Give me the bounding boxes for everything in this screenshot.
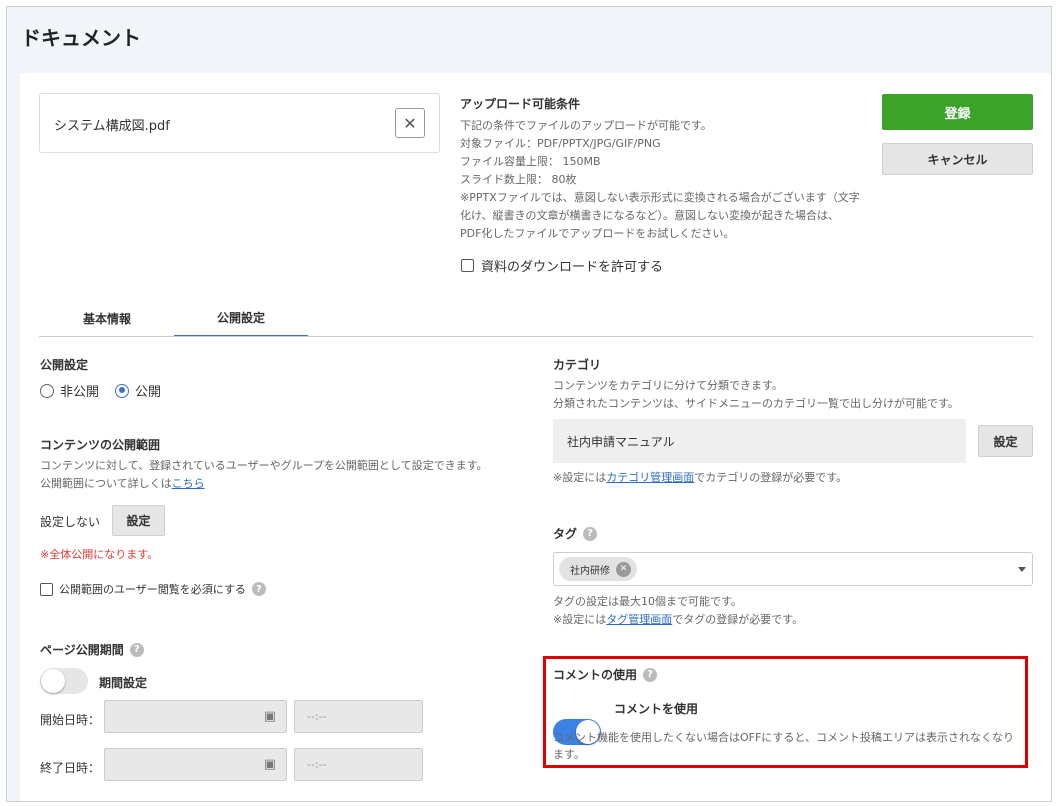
category-note: ※設定にはカテゴリ管理画面でカテゴリの登録が必要です。 (553, 469, 847, 487)
scope-warning: ※全体公開になります。 (40, 548, 159, 561)
end-time-input[interactable]: --:-- (294, 748, 423, 781)
tab-basic-info[interactable]: 基本情報 (40, 299, 174, 337)
file-name: システム構成図.pdf (54, 119, 170, 134)
start-label: 開始日時： (40, 713, 101, 727)
category-admin-link[interactable]: カテゴリ管理画面 (606, 471, 694, 484)
help-icon[interactable]: ? (251, 582, 266, 596)
scope-desc-text: 公開範囲について詳しくは (40, 477, 172, 490)
condition-line: 対象ファイル：PDF/PPTX/JPG/GIF/PNG (460, 137, 661, 150)
download-allow-row[interactable]: 資料のダウンロードを許可する (461, 256, 663, 275)
start-date-input[interactable]: ▣ (104, 700, 287, 733)
publish-setting-title: 公開設定 (40, 358, 89, 372)
scope-settings-button[interactable]: 設定 (112, 505, 165, 536)
condition-line: ※PPTXファイルでは、意図しない表示形式に変換される場合がございます（文字 (460, 191, 860, 204)
end-label: 終了日時： (40, 761, 101, 775)
upload-conditions: 下記の条件でファイルのアップロードが可能です。 対象ファイル：PDF/PPTX/… (460, 117, 870, 243)
tag-note-line: ※設定にはタグ管理画面でタグの登録が必要です。 (553, 611, 803, 629)
category-desc-line: 分類されたコンテンツは、サイドメニューのカテゴリ一覧で出し分けが可能です。 (553, 397, 959, 410)
condition-line: PDF化したファイルでアップロードをお試しください。 (460, 227, 735, 240)
tag-chip-label: 社内研修 (570, 565, 610, 577)
category-desc: コンテンツをカテゴリに分けて分類できます。 分類されたコンテンツは、サイドメニュ… (553, 377, 959, 413)
category-desc-line: コンテンツをカテゴリに分けて分類できます。 (553, 379, 783, 392)
download-allow-label: 資料のダウンロードを許可する (481, 260, 664, 275)
radio-public-label: 公開 (135, 385, 162, 400)
category-title: カテゴリ (553, 358, 602, 372)
tag-select[interactable]: 社内研修 ✕ (553, 552, 1033, 586)
page-frame: ドキュメント システム構成図.pdf ✕ アップロード可能条件 下記の条件でファ… (6, 6, 1052, 802)
radio-public[interactable] (115, 383, 130, 398)
condition-line: 化け、縦書きの文章が横書きになるなど）。意図しない変換が起きた場合は、 (460, 209, 839, 222)
require-view-checkbox[interactable] (40, 582, 53, 596)
require-view-row[interactable]: 公開範囲のユーザー閲覧を必須にする ? (40, 581, 266, 597)
scope-status: 設定しない (40, 515, 101, 529)
condition-line: ファイル容量上限： 150MB (460, 155, 601, 168)
calendar-icon: ▣ (263, 757, 276, 772)
chevron-down-icon[interactable] (1018, 567, 1026, 572)
calendar-icon: ▣ (263, 709, 276, 724)
end-date-input[interactable]: ▣ (104, 748, 287, 781)
radio-private[interactable] (40, 383, 54, 398)
help-icon[interactable]: ? (643, 667, 658, 682)
scope-help-link[interactable]: こちら (172, 477, 205, 490)
category-value: 社内申請マニュアル (553, 419, 966, 463)
page-title: ドキュメント (21, 26, 141, 50)
close-icon: ✕ (403, 113, 417, 133)
publish-radio-group: 非公開 公開 (40, 381, 161, 400)
scope-title: コンテンツの公開範囲 (40, 438, 161, 452)
tag-title-row: タグ ? (553, 525, 598, 542)
comment-toggle-label: コメントを使用 (614, 702, 699, 716)
comment-desc: コメント機能を使用したくない場合はOFFにすると、コメント投稿エリアは表示されな… (553, 731, 1014, 761)
tag-note-text: でタグの登録が必要です。 (672, 613, 804, 626)
file-remove-button[interactable]: ✕ (395, 108, 425, 138)
scope-desc: コンテンツに対して、登録されているユーザーやグループを公開範囲として設定できます… (40, 459, 488, 472)
comment-title: コメントの使用 (553, 668, 638, 682)
condition-line: スライド数上限： 80枚 (460, 173, 577, 186)
category-settings-button[interactable]: 設定 (978, 425, 1033, 457)
upload-conditions-title: アップロード可能条件 (460, 97, 581, 111)
start-time-input[interactable]: --:-- (294, 700, 423, 733)
scope-desc-more: 公開範囲について詳しくはこちら (40, 475, 205, 493)
period-title-row: ページ公開期間 ? (40, 641, 144, 658)
comment-title-row: コメントの使用 ? (553, 666, 658, 683)
tag-admin-link[interactable]: タグ管理画面 (606, 613, 672, 626)
period-toggle-label: 期間設定 (99, 676, 148, 690)
require-view-label: 公開範囲のユーザー閲覧を必須にする (59, 583, 246, 596)
chip-remove-icon[interactable]: ✕ (616, 561, 631, 577)
tag-note-text: ※設定には (553, 613, 607, 626)
category-note-text: でカテゴリの登録が必要です。 (694, 471, 848, 484)
file-box: システム構成図.pdf ✕ (39, 93, 440, 153)
help-icon[interactable]: ? (129, 642, 144, 657)
register-button[interactable]: 登録 (882, 94, 1033, 130)
category-note-text: ※設定には (553, 471, 607, 484)
condition-line: 下記の条件でファイルのアップロードが可能です。 (460, 119, 712, 132)
document-form: システム構成図.pdf ✕ アップロード可能条件 下記の条件でファイルのアップロ… (20, 73, 1051, 801)
tag-chip: 社内研修 ✕ (559, 557, 637, 581)
period-title: ページ公開期間 (40, 643, 124, 657)
tabs-divider (39, 336, 1033, 337)
download-allow-checkbox[interactable] (461, 259, 474, 272)
period-toggle[interactable] (40, 668, 88, 694)
tab-publish-settings[interactable]: 公開設定 (174, 299, 308, 337)
tag-note-line: タグの設定は最大10個まで可能です。 (553, 595, 742, 608)
radio-private-label: 非公開 (60, 385, 100, 400)
cancel-button[interactable]: キャンセル (882, 143, 1033, 175)
tag-title: タグ (553, 527, 578, 541)
help-icon[interactable]: ? (583, 526, 598, 541)
tag-notes: タグの設定は最大10個まで可能です。 ※設定にはタグ管理画面でタグの登録が必要で… (553, 593, 803, 629)
